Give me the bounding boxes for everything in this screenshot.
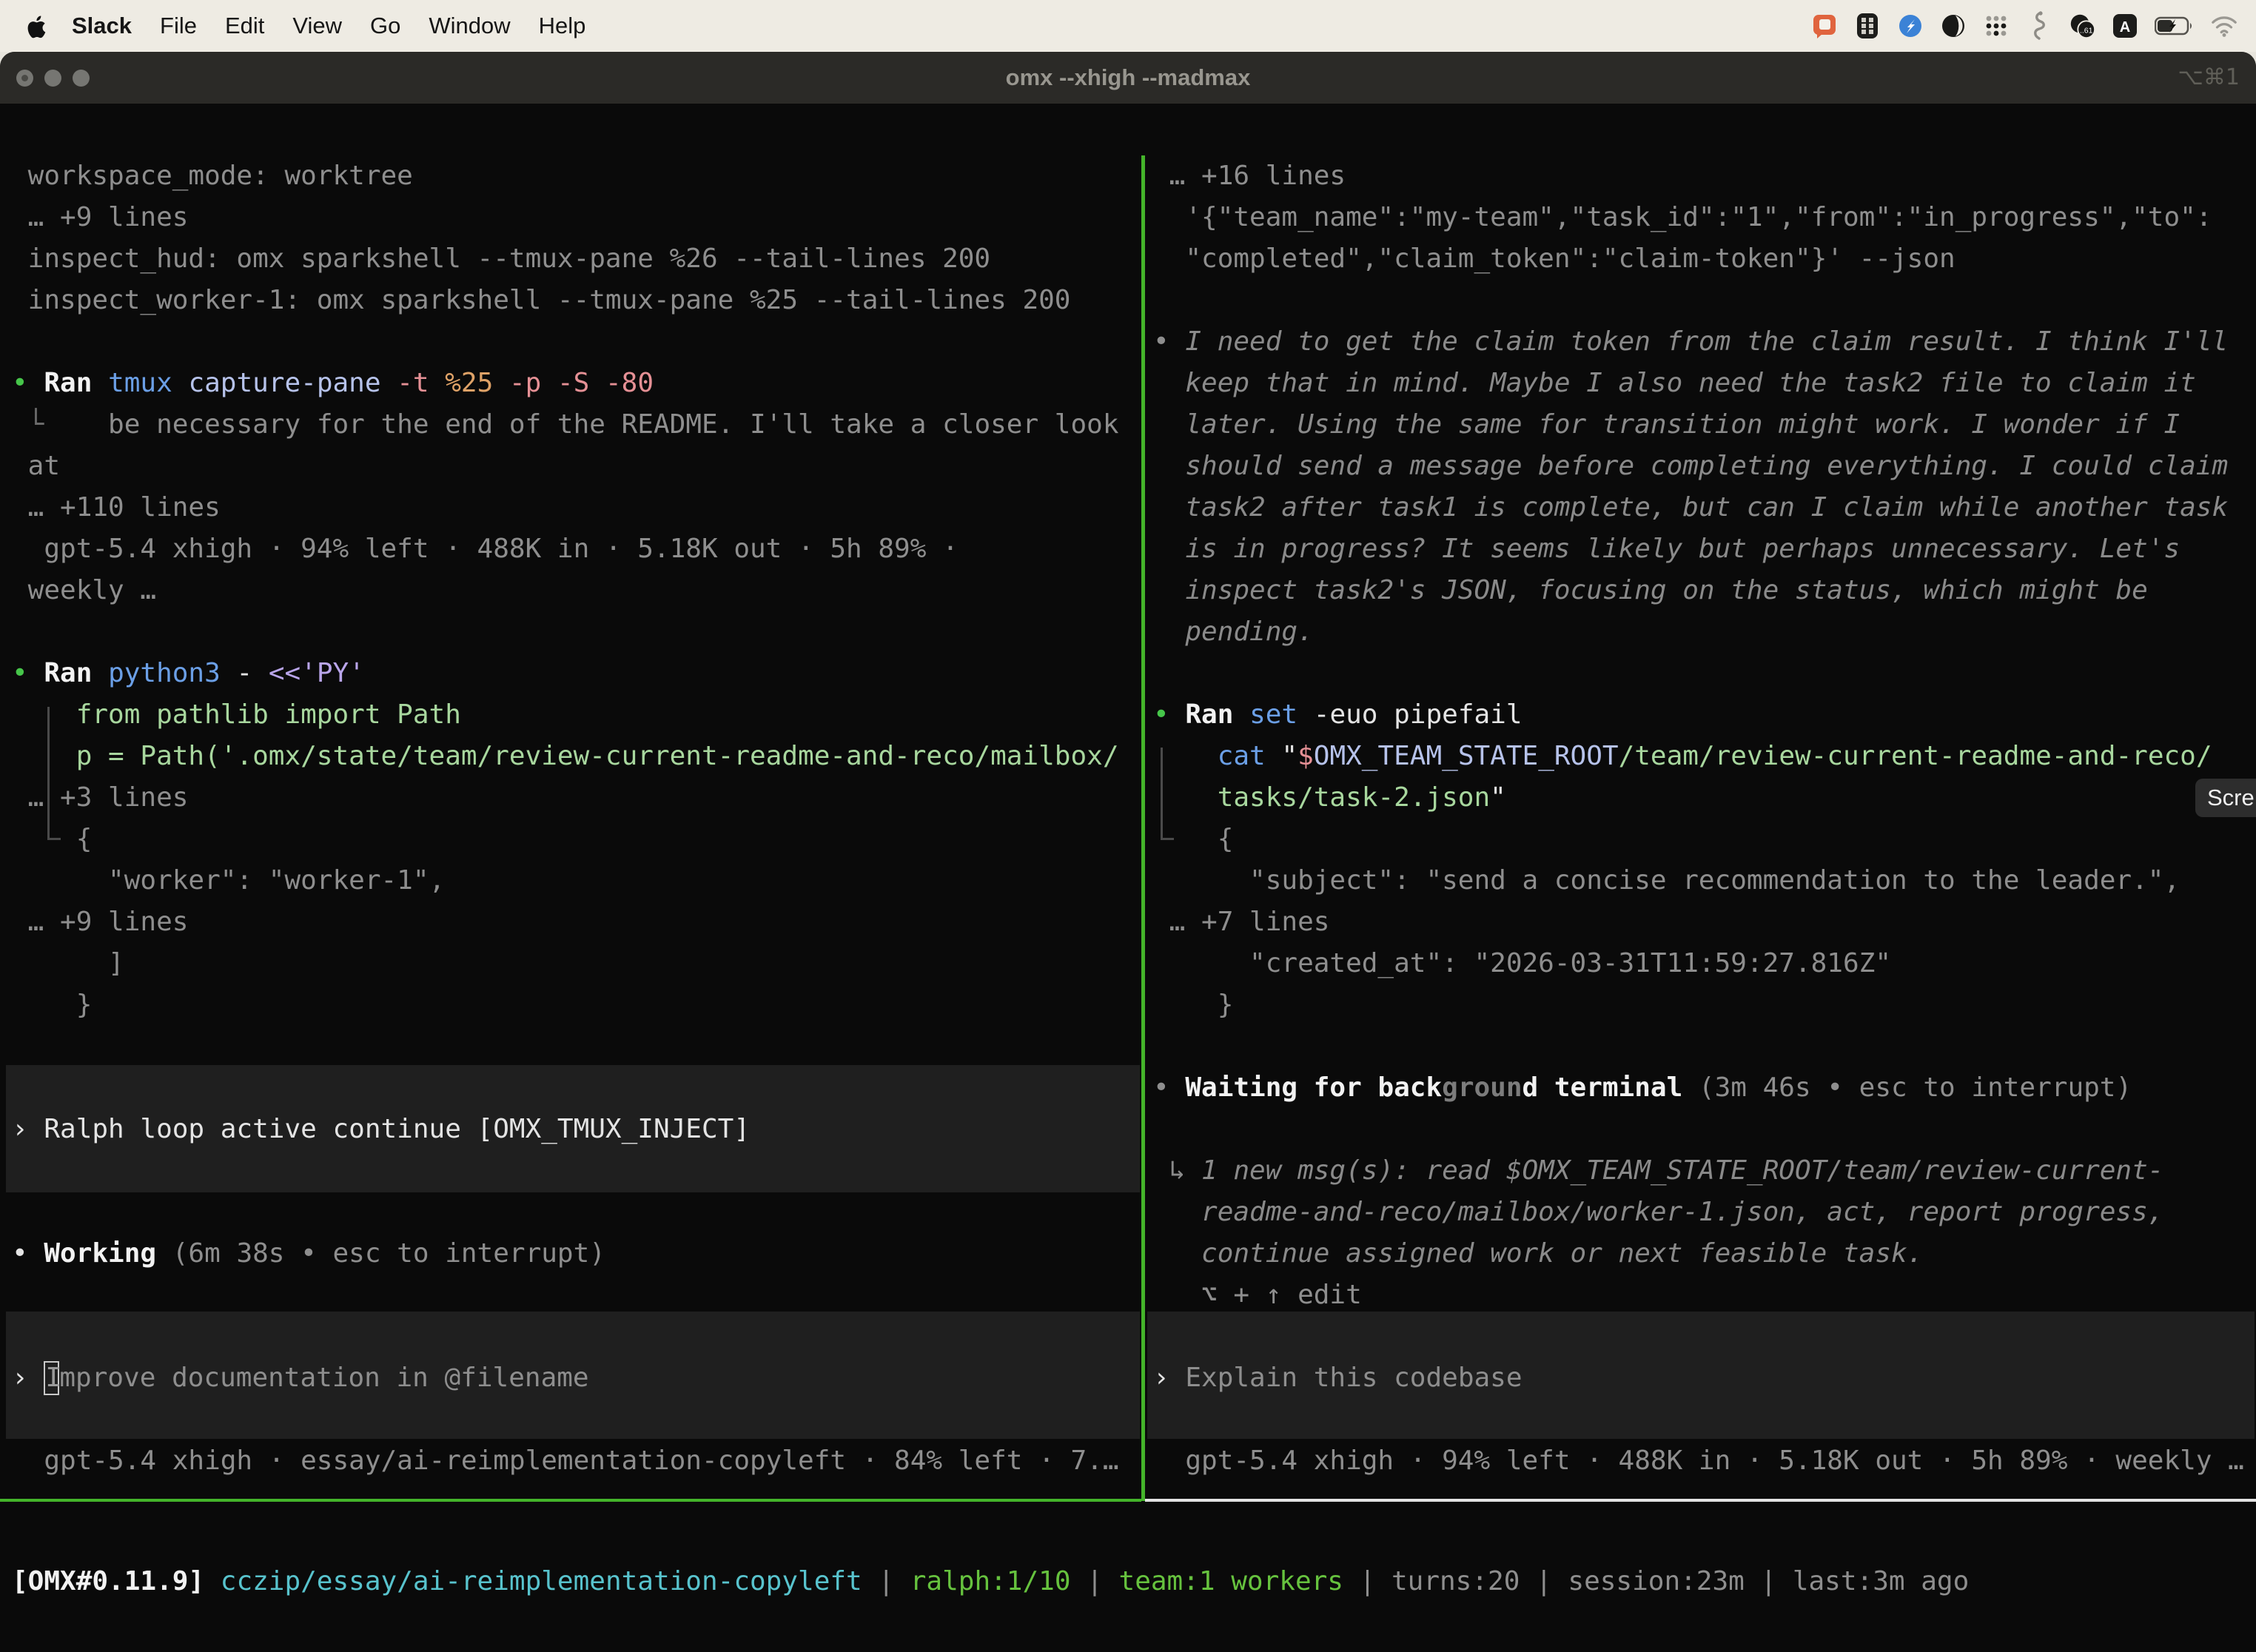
input-placeholder: mprove documentation in @filename [59, 1357, 588, 1399]
keyboard-icon[interactable] [1853, 12, 1881, 40]
a-key-icon[interactable]: A [2111, 12, 2139, 40]
blue-bolt-icon[interactable] [1896, 12, 1924, 40]
input-placeholder: Explain this codebase [1185, 1357, 1522, 1399]
crescent-icon[interactable] [1939, 12, 1967, 40]
terminal-line: inspect_hud: omx sparkshell --tmux-pane … [12, 238, 1140, 280]
terminal-line: gpt-5.4 xhigh · 94% left · 488K in · 5.1… [1153, 1440, 2255, 1482]
svg-text:..61: ..61 [2080, 27, 2093, 36]
terminal-line: pending. [1153, 611, 2255, 653]
dots-grid-icon[interactable] [1982, 12, 2010, 40]
right-terminal-pane[interactable]: › Explain this codebase … +16 lines '{"t… [1147, 155, 2255, 1501]
terminal-window: omx --xhigh --madmax ⌥⌘1 › Improve docum… [0, 52, 2256, 1652]
screen-tooltip: Scre [2195, 779, 2256, 817]
terminal-line: { [12, 819, 1140, 860]
svg-text:A: A [2120, 19, 2130, 36]
menu-window[interactable]: Window [429, 13, 510, 39]
prompt-chevron: › [1153, 1357, 1185, 1399]
terminal-line: … +3 lines [12, 777, 1140, 819]
terminal-line: cat "$OMX_TEAM_STATE_ROOT/team/review-cu… [1153, 736, 2255, 777]
terminal-line: { [1153, 819, 2255, 860]
terminal-line: gpt-5.4 xhigh · essay/ai-reimplementatio… [12, 1440, 1140, 1482]
left-terminal-pane[interactable]: › Improve documentation in @filename wor… [6, 155, 1140, 1501]
terminal-line: workspace_mode: worktree [12, 155, 1140, 197]
terminal-line: ] [12, 943, 1140, 984]
terminal-line: should send a message before completing … [1153, 446, 2255, 487]
terminal-line: … +9 lines [12, 901, 1140, 943]
terminal-line: "created_at": "2026-03-31T11:59:27.816Z" [1153, 943, 2255, 984]
terminal-line: • Ran set -euo pipefail [1153, 694, 2255, 736]
text-cursor: I [44, 1361, 59, 1395]
macos-menu-bar: Slack File Edit View Go Window Help ..61… [0, 0, 2256, 52]
terminal-line: • Ran tmux capture-pane -t %25 -p -S -80 [12, 363, 1140, 404]
terminal-line: at [12, 446, 1140, 487]
terminal-line: [OMX#0.11.9] cczip/essay/ai-reimplementa… [12, 1561, 2256, 1602]
terminal-line: readme-and-reco/mailbox/worker-1.json, a… [1153, 1192, 2255, 1233]
squiggle-icon[interactable] [2025, 12, 2053, 40]
terminal-line: … +7 lines [1153, 901, 2255, 943]
menu-go[interactable]: Go [370, 13, 400, 39]
terminal-line: … +16 lines [1153, 155, 2255, 197]
left-pane-bottom-border [0, 1499, 1141, 1502]
terminal-line: • Waiting for background terminal (3m 46… [1153, 1067, 2255, 1109]
battery-icon[interactable] [2154, 12, 2195, 40]
terminal-line: ↳ 1 new msg(s): read $OMX_TEAM_STATE_ROO… [1153, 1150, 2255, 1192]
terminal-line: inspect_worker-1: omx sparkshell --tmux-… [12, 280, 1140, 321]
terminal-line: from pathlib import Path [12, 694, 1140, 736]
terminal-line: "subject": "send a concise recommendatio… [1153, 860, 2255, 901]
terminal-line: later. Using the same for transition mig… [1153, 404, 2255, 446]
terminal-line: } [12, 984, 1140, 1026]
terminal-line: … +9 lines [12, 197, 1140, 238]
omx-status-pane: [OMX#0.11.9] cczip/essay/ai-reimplementa… [6, 1525, 2256, 1651]
terminal-line: • Working (6m 38s • esc to interrupt) [12, 1233, 1140, 1275]
menu-bar-status-icons: ..61 A [1810, 12, 2238, 40]
prompt-chevron: › [12, 1357, 44, 1399]
terminal-line: … +110 lines [12, 487, 1140, 528]
terminal-line: task2 after task1 is complete, but can I… [1153, 487, 2255, 528]
badge-61-icon[interactable]: ..61 [2068, 12, 2096, 40]
window-titlebar[interactable]: omx --xhigh --madmax ⌥⌘1 [0, 52, 2256, 104]
wifi-icon[interactable] [2210, 12, 2238, 40]
right-prompt-input[interactable]: › Explain this codebase [1153, 1357, 2255, 1399]
menu-file[interactable]: File [160, 13, 197, 39]
terminal-line: • Ran python3 - <<'PY' [12, 653, 1140, 694]
terminal-line: › Ralph loop active continue [OMX_TMUX_I… [12, 1109, 1140, 1150]
terminal-line: weekly … [12, 570, 1140, 611]
terminal-line: is in progress? It seems likely but perh… [1153, 528, 2255, 570]
terminal-line: "worker": "worker-1", [12, 860, 1140, 901]
terminal-line: gpt-5.4 xhigh · 94% left · 488K in · 5.1… [12, 528, 1140, 570]
slack-notification-icon[interactable] [1810, 12, 1839, 40]
right-pane-bottom-border [1145, 1499, 2256, 1502]
apple-logo-icon[interactable] [25, 13, 47, 38]
window-shortcut-badge: ⌥⌘1 [2178, 52, 2240, 104]
terminal-line: ⌥ + ↑ edit [1153, 1275, 2255, 1316]
menu-app-slack[interactable]: Slack [72, 13, 132, 39]
terminal-line: p = Path('.omx/state/team/review-current… [12, 736, 1140, 777]
terminal-line: tasks/task-2.json" [1153, 777, 2255, 819]
terminal-line: "completed","claim_token":"claim-token"}… [1153, 238, 2255, 280]
window-title: omx --xhigh --madmax [0, 52, 2256, 104]
menu-help[interactable]: Help [539, 13, 586, 39]
menu-edit[interactable]: Edit [225, 13, 264, 39]
left-prompt-input[interactable]: › Improve documentation in @filename [12, 1357, 1140, 1399]
terminal-line: • I need to get the claim token from the… [1153, 321, 2255, 363]
menu-view[interactable]: View [292, 13, 342, 39]
terminal-line: └ be necessary for the end of the README… [12, 404, 1140, 446]
terminal-line: continue assigned work or next feasible … [1153, 1233, 2255, 1275]
terminal-line: } [1153, 984, 2255, 1026]
terminal-line: inspect task2's JSON, focusing on the st… [1153, 570, 2255, 611]
pane-divider[interactable] [1141, 155, 1145, 1501]
terminal-line: '{"team_name":"my-team","task_id":"1","f… [1153, 197, 2255, 238]
terminal-line: keep that in mind. Maybe I also need the… [1153, 363, 2255, 404]
